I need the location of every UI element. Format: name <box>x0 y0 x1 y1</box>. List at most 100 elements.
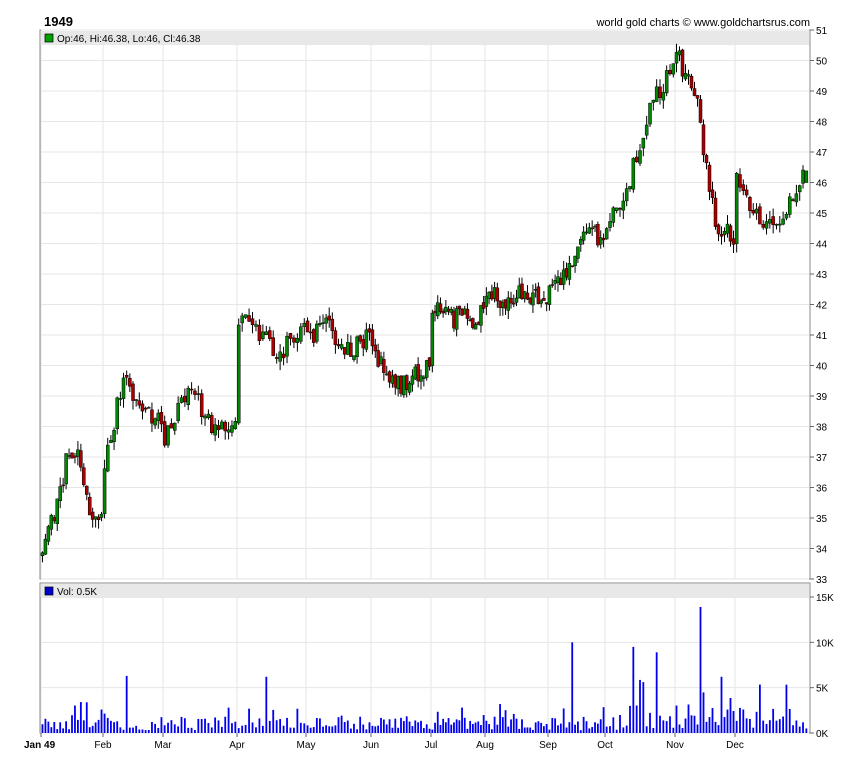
volume-tick-label: 15K <box>816 593 834 604</box>
candle-body <box>43 538 48 555</box>
volume-bar <box>551 718 554 733</box>
volume-bar <box>442 718 445 733</box>
volume-bar <box>299 722 302 733</box>
candle-body <box>567 263 572 280</box>
volume-bar <box>559 723 562 733</box>
volume-bar <box>241 725 244 733</box>
volume-bar <box>723 717 726 733</box>
volume-bar <box>582 716 585 733</box>
candle-body <box>124 375 129 378</box>
volume-bar <box>248 708 250 733</box>
volume-bar <box>458 720 461 733</box>
volume-bar <box>507 726 510 733</box>
candle-body <box>781 218 785 225</box>
price-candle <box>648 102 652 127</box>
volume-bar <box>103 713 106 733</box>
volume-bar <box>782 716 785 733</box>
candle-body <box>399 375 403 394</box>
volume-bar <box>312 727 315 733</box>
volume-bar <box>739 707 741 733</box>
volume-y-axis: 0K 5K 10K 15K <box>810 593 834 740</box>
volume-bar <box>453 722 455 733</box>
candle-body <box>156 412 161 422</box>
volume-bar <box>444 722 447 733</box>
price-tick-label: 46 <box>816 179 828 190</box>
volume-bar <box>711 708 714 733</box>
volume-bar <box>400 717 402 733</box>
candle-body <box>564 268 569 278</box>
volume-bar <box>635 705 638 733</box>
candle-body <box>695 95 700 99</box>
volume-bar <box>374 726 377 733</box>
candle-body <box>797 185 802 193</box>
volume-bar <box>106 717 109 733</box>
price-candle <box>596 221 600 248</box>
candle-body <box>46 526 51 542</box>
candle-body <box>67 455 71 457</box>
candle-body <box>804 170 809 183</box>
candle-body <box>93 516 98 520</box>
volume-bar <box>762 720 765 733</box>
x-tick-label: Feb <box>94 740 112 751</box>
volume-bar <box>684 718 687 733</box>
volume-bar <box>568 722 571 733</box>
candle-body <box>764 221 769 229</box>
candle-body <box>236 324 241 424</box>
candle-body <box>327 315 331 321</box>
volume-bar <box>119 727 122 733</box>
volume-bar <box>659 715 661 733</box>
volume-bar <box>353 723 355 733</box>
candle-body <box>52 517 57 522</box>
volume-bar <box>450 724 453 733</box>
volume-bar <box>447 718 450 733</box>
volume-bar <box>609 726 611 733</box>
candle-body <box>213 424 217 436</box>
candle-body <box>407 383 412 393</box>
candle-body <box>761 224 765 228</box>
volume-bar <box>100 709 103 733</box>
volume-bar <box>331 726 334 733</box>
candle-body <box>271 337 275 356</box>
volume-bar <box>772 708 775 733</box>
volume-bar <box>699 606 702 733</box>
candle-body <box>631 158 636 190</box>
candle-body <box>668 69 672 75</box>
candle-body <box>677 50 682 56</box>
volume-bar <box>255 727 257 733</box>
price-tick-label: 36 <box>816 484 828 495</box>
volume-bar <box>180 716 183 733</box>
candle-body <box>741 184 746 191</box>
volume-bar <box>562 708 565 733</box>
price-candle <box>788 192 792 218</box>
candle-body <box>788 196 792 215</box>
candle-body <box>651 99 656 103</box>
candle-body <box>722 230 727 236</box>
volume-bar <box>183 718 186 733</box>
price-candle <box>631 157 636 193</box>
volume-bar <box>675 705 678 733</box>
candle-body <box>186 387 190 405</box>
candle-body <box>748 196 752 212</box>
candle-body <box>576 246 580 259</box>
volume-bar <box>482 715 485 733</box>
candle-body <box>618 208 622 210</box>
volume-bar <box>220 726 223 733</box>
volume-panel: Vol: 0.5K 0K 5K 10K 15K <box>39 582 834 740</box>
volume-bar <box>705 721 708 733</box>
price-candle <box>689 73 694 91</box>
volume-bar <box>732 711 735 733</box>
volume-bar <box>510 719 512 733</box>
volume-bar <box>41 724 44 733</box>
volume-bar <box>778 719 781 733</box>
candle-body <box>361 339 366 349</box>
x-tick-label: Jun <box>363 740 379 751</box>
candle-body <box>169 423 174 429</box>
volume-bar <box>526 727 529 733</box>
volume-tick-label: 10K <box>816 638 834 649</box>
candle-body <box>247 315 251 322</box>
candle-body <box>295 338 300 343</box>
candle-body <box>424 360 429 378</box>
candle-body <box>299 326 303 342</box>
volume-bar <box>385 724 388 733</box>
candle-body <box>430 312 435 366</box>
